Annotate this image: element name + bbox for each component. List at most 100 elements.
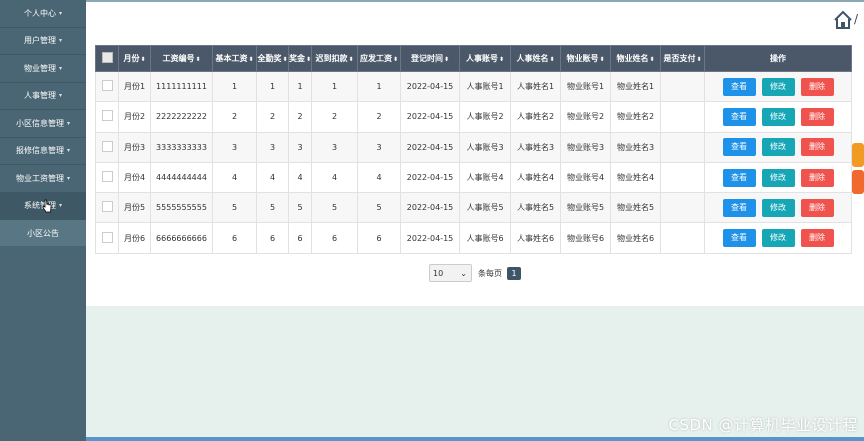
table-cell: 物业账号6 [560, 222, 612, 254]
column-header[interactable]: 登记时间⬍ [400, 45, 461, 72]
column-header[interactable]: 奖金⬍ [287, 45, 313, 72]
column-header[interactable]: 月份⬍ [118, 45, 151, 72]
table-cell: 月份1 [118, 70, 151, 103]
delete-button[interactable]: 删除 [800, 198, 834, 217]
page-size-select[interactable]: 10 ⌄ [429, 264, 472, 282]
column-header-label: 人事姓名 [516, 54, 549, 63]
row-checkbox[interactable] [101, 231, 113, 243]
edit-button[interactable]: 修改 [761, 198, 795, 217]
sort-icon[interactable]: ⬍ [550, 56, 555, 63]
sort-icon[interactable]: ⬍ [499, 56, 504, 63]
column-header[interactable]: 物业账号⬍ [560, 45, 612, 72]
edit-button[interactable]: 修改 [761, 229, 795, 248]
table-cell: 1 [256, 70, 289, 103]
sidebar-item-community-info-management[interactable]: 小区信息管理 ▾ [0, 110, 86, 138]
view-button[interactable]: 查看 [722, 138, 756, 157]
table-cell: 物业姓名5 [610, 192, 662, 224]
sort-icon[interactable]: ⬍ [195, 56, 200, 63]
sort-icon[interactable]: ⬍ [697, 56, 702, 63]
view-button[interactable]: 查看 [722, 168, 756, 187]
chevron-down-icon: ▾ [66, 174, 70, 182]
table-cell [660, 222, 706, 254]
chevron-down-icon: ▾ [66, 119, 70, 127]
delete-button[interactable]: 删除 [800, 77, 834, 96]
view-button[interactable]: 查看 [722, 229, 756, 248]
edit-button[interactable]: 修改 [761, 107, 795, 126]
select-all-checkbox[interactable] [95, 45, 119, 72]
sort-icon[interactable]: ⬍ [140, 56, 145, 63]
row-checkbox[interactable] [101, 110, 113, 122]
delete-button[interactable]: 删除 [800, 168, 834, 187]
row-checkbox[interactable] [101, 140, 113, 152]
table-cell: 物业姓名3 [610, 131, 662, 163]
bottom-scrollbar[interactable] [86, 437, 864, 441]
table-cell: 月份6 [118, 222, 151, 254]
edit-button[interactable]: 修改 [761, 77, 795, 96]
sidebar-item-salary-management[interactable]: 物业工资管理 ▾ [0, 165, 86, 193]
column-header[interactable]: 操作 [704, 45, 853, 72]
row-checkbox[interactable] [101, 80, 113, 92]
table-cell: 月份4 [118, 161, 151, 194]
table-cell: 5 [311, 192, 359, 224]
view-button[interactable]: 查看 [722, 77, 756, 96]
side-button-red[interactable] [852, 170, 864, 194]
view-button[interactable]: 查看 [722, 107, 756, 126]
column-header[interactable]: 人事姓名⬍ [510, 45, 562, 72]
column-header-label: 物业账号 [566, 54, 599, 63]
row-checkbox[interactable] [101, 201, 113, 213]
sort-icon[interactable]: ⬍ [650, 56, 655, 63]
side-button-orange[interactable] [852, 143, 864, 167]
sort-icon[interactable]: ⬍ [306, 56, 311, 63]
delete-button[interactable]: 删除 [800, 229, 834, 248]
column-header[interactable]: 工资编号⬍ [150, 45, 213, 72]
chevron-down-icon: ▾ [58, 37, 62, 45]
table-cell: 2022-04-15 [400, 70, 461, 103]
sort-icon[interactable]: ⬍ [349, 56, 354, 63]
table-cell: 人事姓名4 [510, 161, 562, 194]
column-header[interactable]: 基本工资⬍ [212, 45, 257, 72]
sort-icon[interactable]: ⬍ [444, 56, 449, 63]
table-cell: 4 [357, 161, 402, 194]
table-cell: 6 [357, 222, 402, 254]
table-cell: 1 [287, 70, 313, 103]
sidebar-item-personal-center[interactable]: 个人中心 ▾ [0, 0, 86, 28]
table-cell: 2 [212, 101, 257, 133]
sort-icon[interactable]: ⬍ [282, 56, 287, 63]
edit-button[interactable]: 修改 [761, 168, 795, 187]
sort-icon[interactable]: ⬍ [393, 56, 398, 63]
sidebar-item-property-management[interactable]: 物业管理 ▾ [0, 55, 86, 83]
sidebar-item-repair-info-management[interactable]: 报修信息管理 ▾ [0, 138, 86, 165]
column-header[interactable]: 全勤奖⬍ [256, 45, 289, 72]
table-cell: 5 [287, 192, 313, 224]
edit-button[interactable]: 修改 [761, 138, 795, 157]
table-cell: 物业账号4 [560, 161, 612, 194]
table-cell: 物业姓名4 [610, 161, 662, 194]
column-header[interactable]: 人事账号⬍ [459, 45, 512, 72]
row-checkbox[interactable] [101, 171, 113, 183]
sidebar-item-user-management[interactable]: 用户管理 ▾ [0, 28, 86, 55]
table-cell: 1 [212, 70, 257, 103]
checkbox[interactable] [101, 52, 113, 63]
sidebar-item-label: 物业管理 [23, 63, 56, 73]
column-header[interactable]: 物业姓名⬍ [610, 45, 662, 72]
sort-icon[interactable]: ⬍ [248, 56, 253, 63]
delete-button[interactable]: 删除 [800, 138, 834, 157]
chevron-down-icon: ⌄ [460, 268, 467, 278]
column-header[interactable]: 是否支付⬍ [660, 45, 706, 72]
sort-icon[interactable]: ⬍ [600, 56, 605, 63]
table-cell: 4 [287, 161, 313, 194]
table-cell: 物业姓名6 [610, 222, 662, 254]
table-cell [660, 192, 706, 224]
column-header[interactable]: 迟到扣款⬍ [311, 45, 359, 72]
home-icon[interactable] [832, 9, 854, 31]
column-header[interactable]: 应发工资⬍ [357, 45, 402, 72]
table-cell: 2022-04-15 [400, 161, 461, 194]
column-header-label: 是否支付 [663, 54, 696, 63]
page-number-current[interactable]: 1 [507, 266, 521, 280]
table-cell: 5555555555 [150, 192, 213, 224]
delete-button[interactable]: 删除 [800, 107, 834, 126]
sidebar-subitem-announcement[interactable]: 小区公告 [0, 220, 86, 246]
view-button[interactable]: 查看 [722, 198, 756, 217]
sidebar-item-hr-management[interactable]: 人事管理 ▾ [0, 83, 86, 110]
column-header-label: 全勤奖 [257, 54, 282, 63]
